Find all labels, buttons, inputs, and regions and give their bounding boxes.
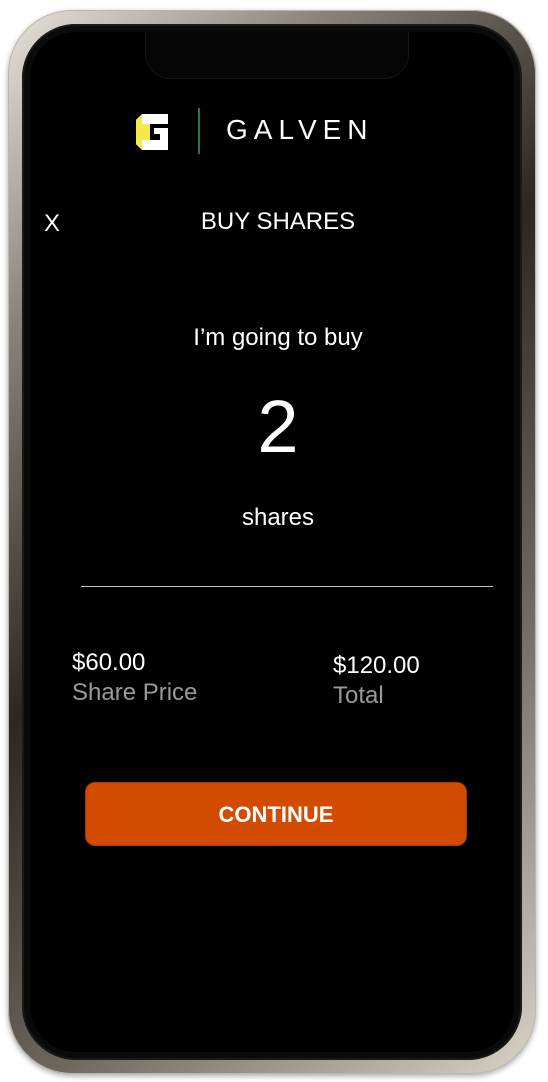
phone-frame: GALVEN BUY SHARES X I’m going to buy 2 s… [8, 10, 536, 1074]
share-price-label: Share Price [72, 679, 198, 706]
brand-wordmark: GALVEN [226, 114, 374, 145]
total-value: $120.00 [333, 652, 420, 679]
total-label: Total [333, 682, 384, 709]
share-unit-label: shares [241, 504, 315, 531]
brand-header: GALVEN [30, 106, 514, 156]
galven-g-logo-icon [136, 114, 168, 150]
logo-divider [198, 108, 200, 154]
phone-bezel: GALVEN BUY SHARES X I’m going to buy 2 s… [22, 24, 522, 1060]
section-divider [81, 586, 493, 587]
continue-button[interactable]: CONTINUE [85, 782, 467, 846]
close-button[interactable]: X [40, 208, 64, 240]
share-quantity[interactable]: 2 [30, 390, 514, 464]
phone-notch [146, 32, 408, 78]
page-title: BUY SHARES [200, 208, 356, 235]
total-summary: $120.00 Total [333, 651, 420, 711]
purchase-prompt: I’m going to buy [193, 324, 363, 351]
app-screen: GALVEN BUY SHARES X I’m going to buy 2 s… [30, 32, 514, 1052]
share-price-value: $60.00 [72, 649, 146, 676]
share-price-summary: $60.00 Share Price [72, 648, 197, 708]
